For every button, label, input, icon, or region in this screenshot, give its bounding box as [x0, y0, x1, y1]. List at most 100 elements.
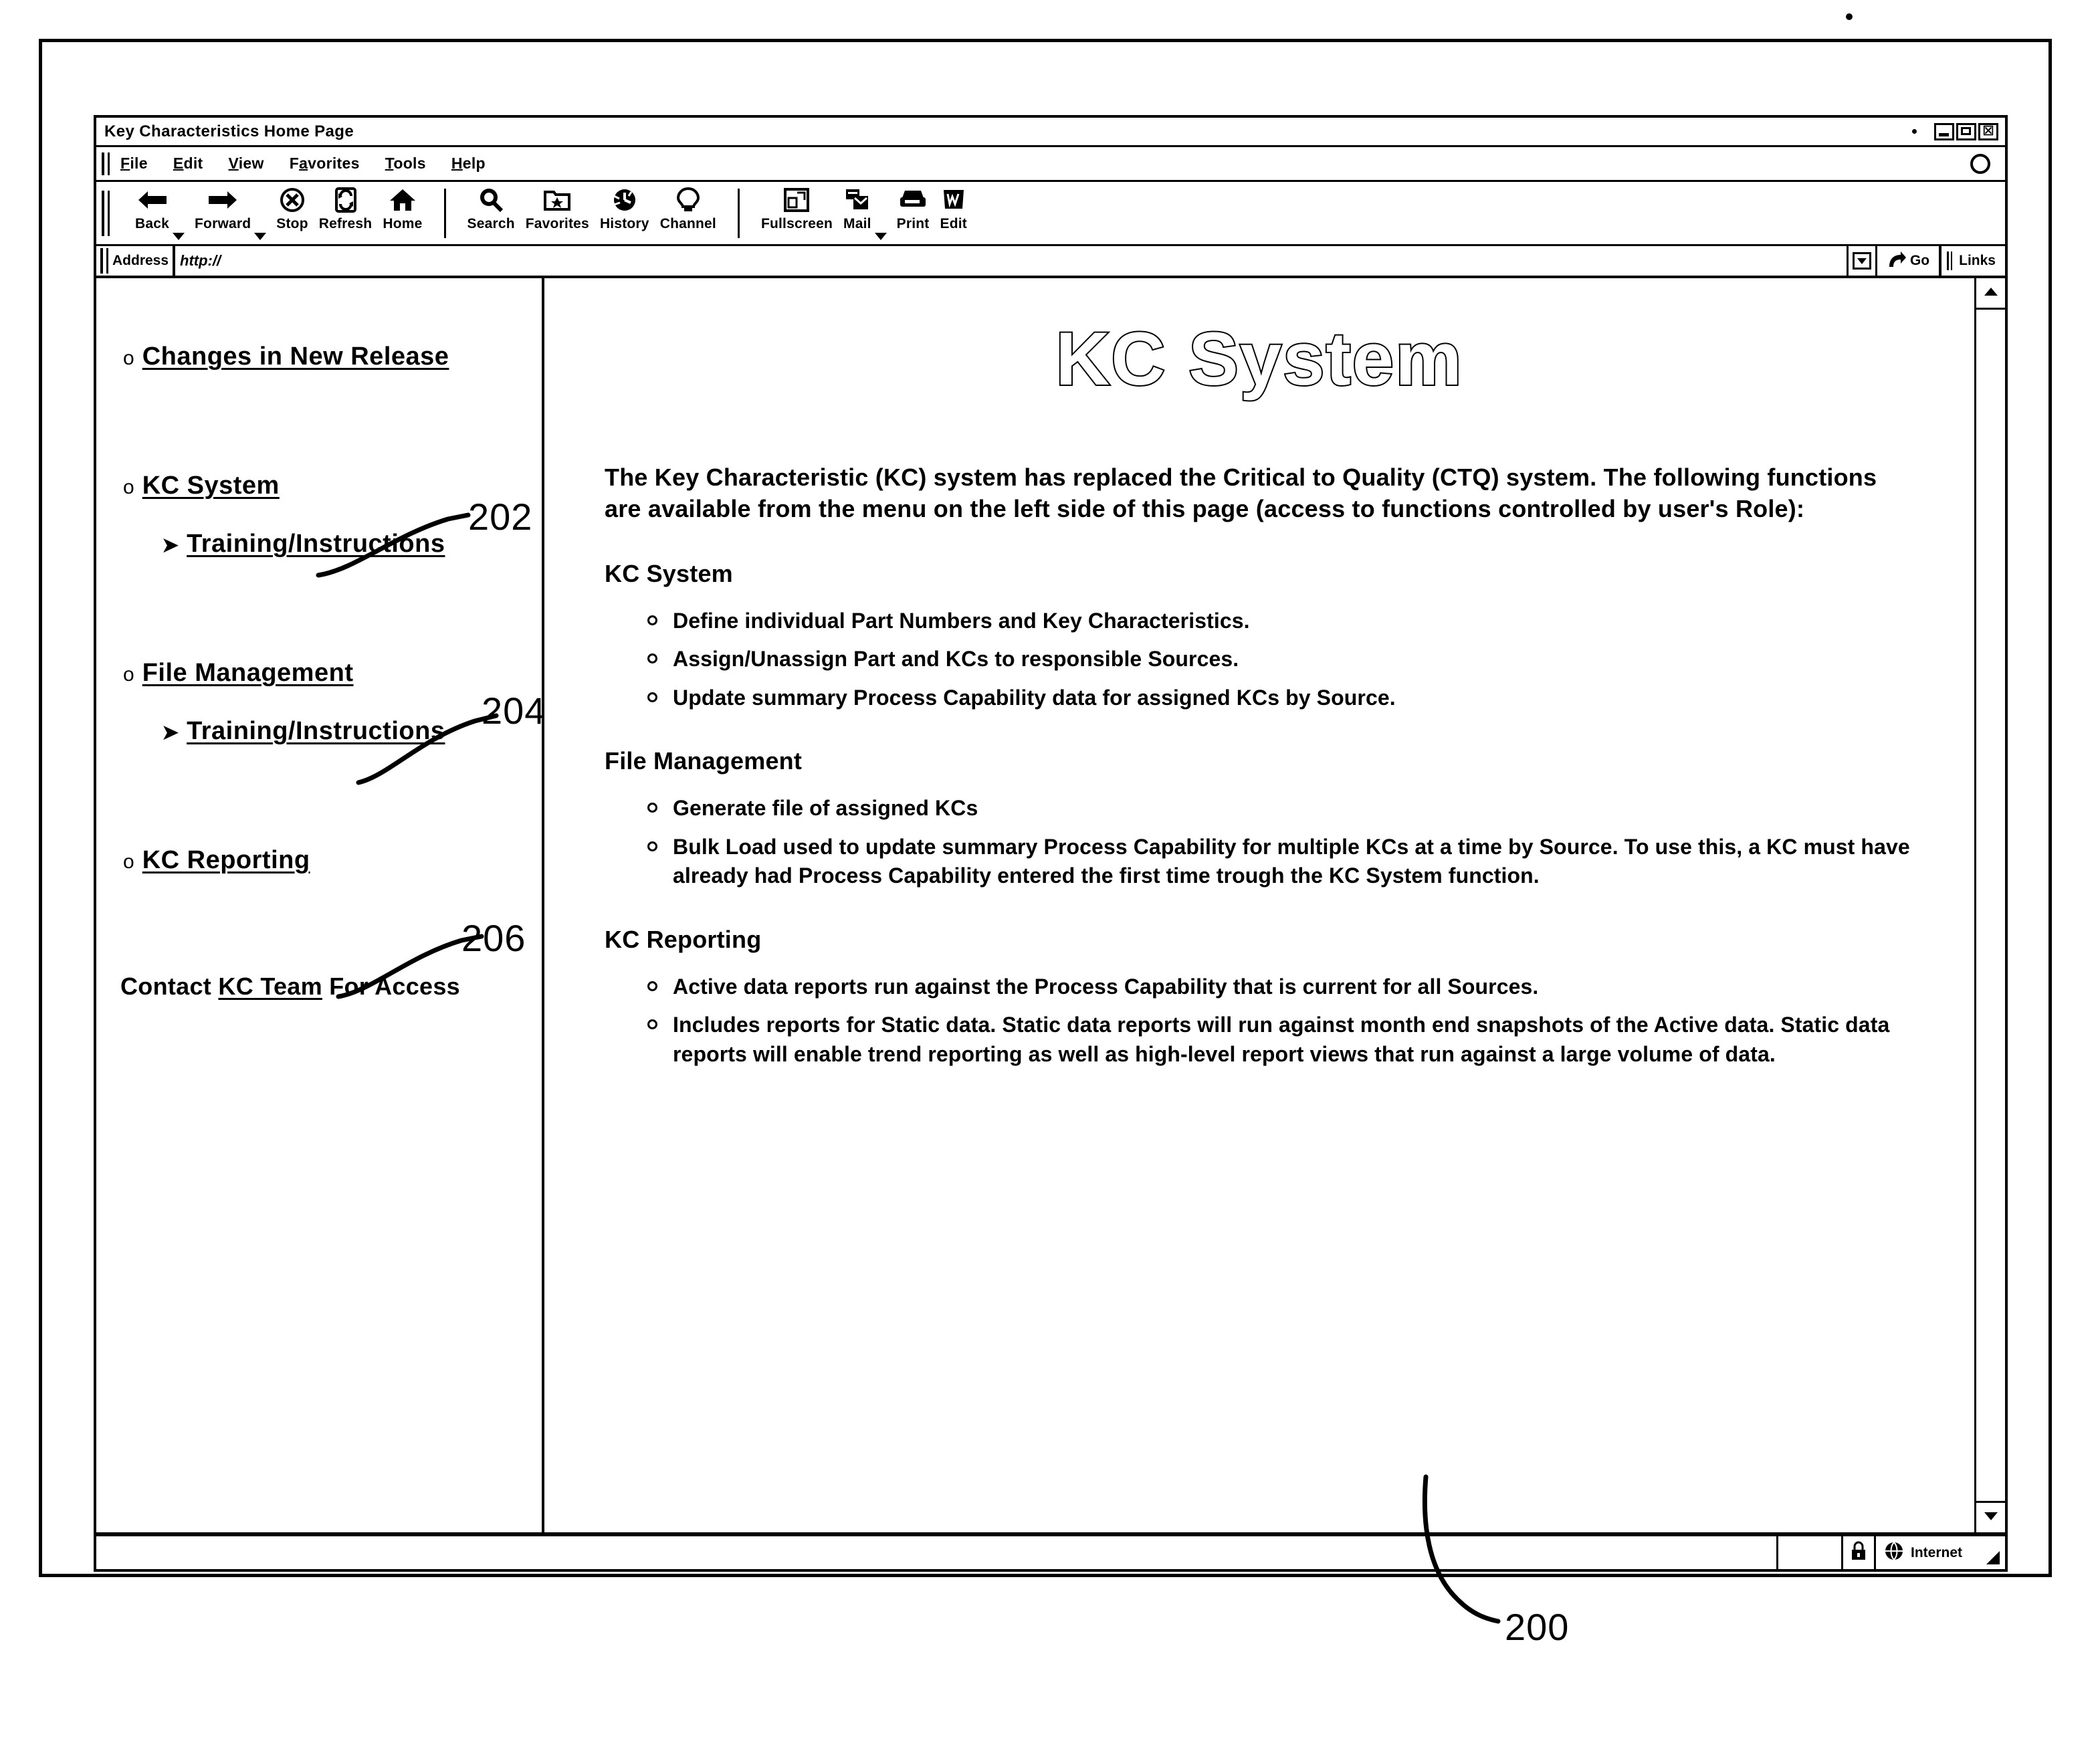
- menu-item-view[interactable]: View: [229, 155, 264, 173]
- back-dropdown-caret-icon[interactable]: [172, 231, 185, 244]
- sidebar-item-file-management-training[interactable]: ➤ Training/Instructions: [123, 717, 542, 746]
- back-arrow-icon: [137, 186, 168, 214]
- mail-button[interactable]: Mail: [838, 185, 877, 231]
- menu-item-tools[interactable]: Tools: [385, 155, 426, 173]
- address-bar-grip[interactable]: [100, 248, 108, 274]
- contact-kc-team-line: Contact KC Team For Access: [120, 972, 542, 1001]
- section-heading-kc-reporting: KC Reporting: [605, 925, 762, 953]
- mail-dropdown-caret-icon[interactable]: [874, 231, 887, 244]
- maximize-button[interactable]: [1956, 122, 1976, 140]
- sidebar-item-label: File Management: [142, 659, 354, 687]
- title-bar: Key Characteristics Home Page ☒: [96, 118, 2005, 147]
- links-grip: [1947, 251, 1953, 270]
- sidebar-item-label: KC System: [142, 472, 280, 500]
- refresh-button-label: Refresh: [318, 216, 373, 231]
- history-clock-icon: [611, 186, 638, 214]
- status-badge[interactable]: Internet: [1876, 1536, 1974, 1569]
- sidebar-item-label: Training/Instructions: [187, 530, 445, 558]
- kc-team-link[interactable]: KC Team: [218, 972, 322, 1000]
- go-arrow-icon: [1887, 250, 1907, 272]
- window-controls: ☒: [1934, 122, 1998, 140]
- resize-grip[interactable]: [1974, 1536, 2005, 1569]
- favorites-button-label: Favorites: [525, 216, 589, 231]
- back-button-label: Back: [135, 216, 170, 231]
- callout-number-202: 202: [468, 496, 533, 538]
- history-button-label: History: [599, 216, 649, 231]
- forward-dropdown-caret-icon[interactable]: [253, 231, 267, 244]
- contact-prefix: Contact: [120, 972, 212, 1000]
- edit-button-label: Edit: [940, 216, 967, 231]
- history-button[interactable]: History: [595, 185, 655, 231]
- scrollbar-track[interactable]: [1976, 310, 2005, 1501]
- forward-button[interactable]: Forward: [189, 185, 256, 231]
- menu-item-edit[interactable]: Edit: [173, 155, 203, 173]
- lock-icon: [1850, 1541, 1867, 1564]
- favorites-button[interactable]: Favorites: [520, 185, 595, 231]
- stop-button[interactable]: Stop: [271, 185, 313, 231]
- close-button[interactable]: ☒: [1978, 122, 1998, 140]
- print-button[interactable]: Print: [891, 185, 935, 231]
- section-heading-kc-system: KC System: [605, 559, 733, 587]
- bullet-circle-icon: o: [123, 347, 134, 369]
- stop-x-circle-icon: [279, 186, 306, 214]
- go-button[interactable]: Go: [1875, 246, 1939, 276]
- address-dropdown-button[interactable]: [1846, 246, 1875, 276]
- list-item: Active data reports run against the Proc…: [646, 972, 1914, 1002]
- sidebar-item-file-management[interactable]: o File Management: [123, 659, 542, 688]
- bullet-circle-icon: o: [123, 851, 134, 873]
- channel-button-label: Channel: [659, 216, 716, 231]
- status-cell-blank: [1778, 1536, 1843, 1569]
- list-item: Includes reports for Static data. Static…: [646, 1011, 1914, 1069]
- status-zone-label: Internet: [1910, 1544, 1962, 1560]
- content-area: o Changes in New Release o KC System ➤ T…: [96, 278, 2005, 1534]
- bullet-circle-icon: o: [123, 663, 134, 686]
- fullscreen-icon: [783, 186, 810, 214]
- home-button[interactable]: Home: [377, 185, 427, 231]
- toolbar-group-explorer: Search Favorites History Channel: [455, 182, 728, 244]
- edit-button[interactable]: Edit: [935, 185, 972, 231]
- menu-item-file[interactable]: File: [120, 155, 148, 173]
- address-input[interactable]: http://: [173, 246, 1847, 276]
- vertical-scrollbar[interactable]: [1974, 278, 2005, 1532]
- fullscreen-button-label: Fullscreen: [760, 216, 833, 231]
- forward-arrow-icon: [207, 186, 238, 214]
- scroll-up-button[interactable]: [1976, 278, 2005, 310]
- chevron-down-icon: [1852, 252, 1871, 270]
- links-button[interactable]: Links: [1939, 246, 2005, 276]
- stop-button-label: Stop: [276, 216, 308, 231]
- mail-icon: [844, 186, 871, 214]
- document-pane: o Changes in New Release o KC System ➤ T…: [96, 278, 2005, 1534]
- main-document-frame: KC System The Key Characteristic (KC) sy…: [544, 278, 1974, 1532]
- sidebar-item-kc-reporting[interactable]: o KC Reporting: [123, 846, 542, 875]
- list-item: Define individual Part Numbers and Key C…: [646, 607, 1914, 636]
- address-bar: Address http:// Go Links: [96, 246, 2005, 278]
- search-button[interactable]: Search: [462, 185, 520, 231]
- title-bar-dot-icon: [1912, 129, 1917, 134]
- toolbar-grip[interactable]: [102, 190, 110, 236]
- toolbar-group-tools: Fullscreen Mail Print Edit: [749, 182, 979, 244]
- sidebar-item-changes-in-new-release[interactable]: o Changes in New Release: [123, 342, 542, 371]
- callout-number-206: 206: [461, 917, 526, 959]
- security-indicator[interactable]: [1843, 1536, 1876, 1569]
- go-button-label: Go: [1909, 253, 1930, 268]
- printer-icon: [898, 186, 928, 214]
- search-magnifier-icon: [478, 186, 504, 214]
- sidebar-item-label: KC Reporting: [142, 846, 310, 874]
- minimize-button[interactable]: [1934, 122, 1954, 140]
- menu-item-help[interactable]: Help: [451, 155, 486, 173]
- browser-logo-icon: [1970, 153, 1990, 174]
- globe-icon: [1884, 1541, 1904, 1564]
- section-list-kc-reporting: Active data reports run against the Proc…: [605, 972, 1914, 1069]
- sidebar-item-label: Changes in New Release: [142, 342, 449, 371]
- edit-w-icon: [941, 186, 966, 214]
- menu-bar-grip[interactable]: [102, 152, 110, 175]
- channel-button[interactable]: Channel: [655, 185, 722, 231]
- refresh-button[interactable]: Refresh: [314, 185, 378, 231]
- favorites-folder-icon: [543, 186, 571, 214]
- home-icon: [389, 186, 417, 214]
- fullscreen-button[interactable]: Fullscreen: [756, 185, 838, 231]
- back-button[interactable]: Back: [130, 185, 175, 231]
- scroll-down-button[interactable]: [1976, 1501, 2005, 1532]
- menu-item-favorites[interactable]: Favorites: [290, 155, 360, 173]
- address-label: Address: [112, 253, 169, 268]
